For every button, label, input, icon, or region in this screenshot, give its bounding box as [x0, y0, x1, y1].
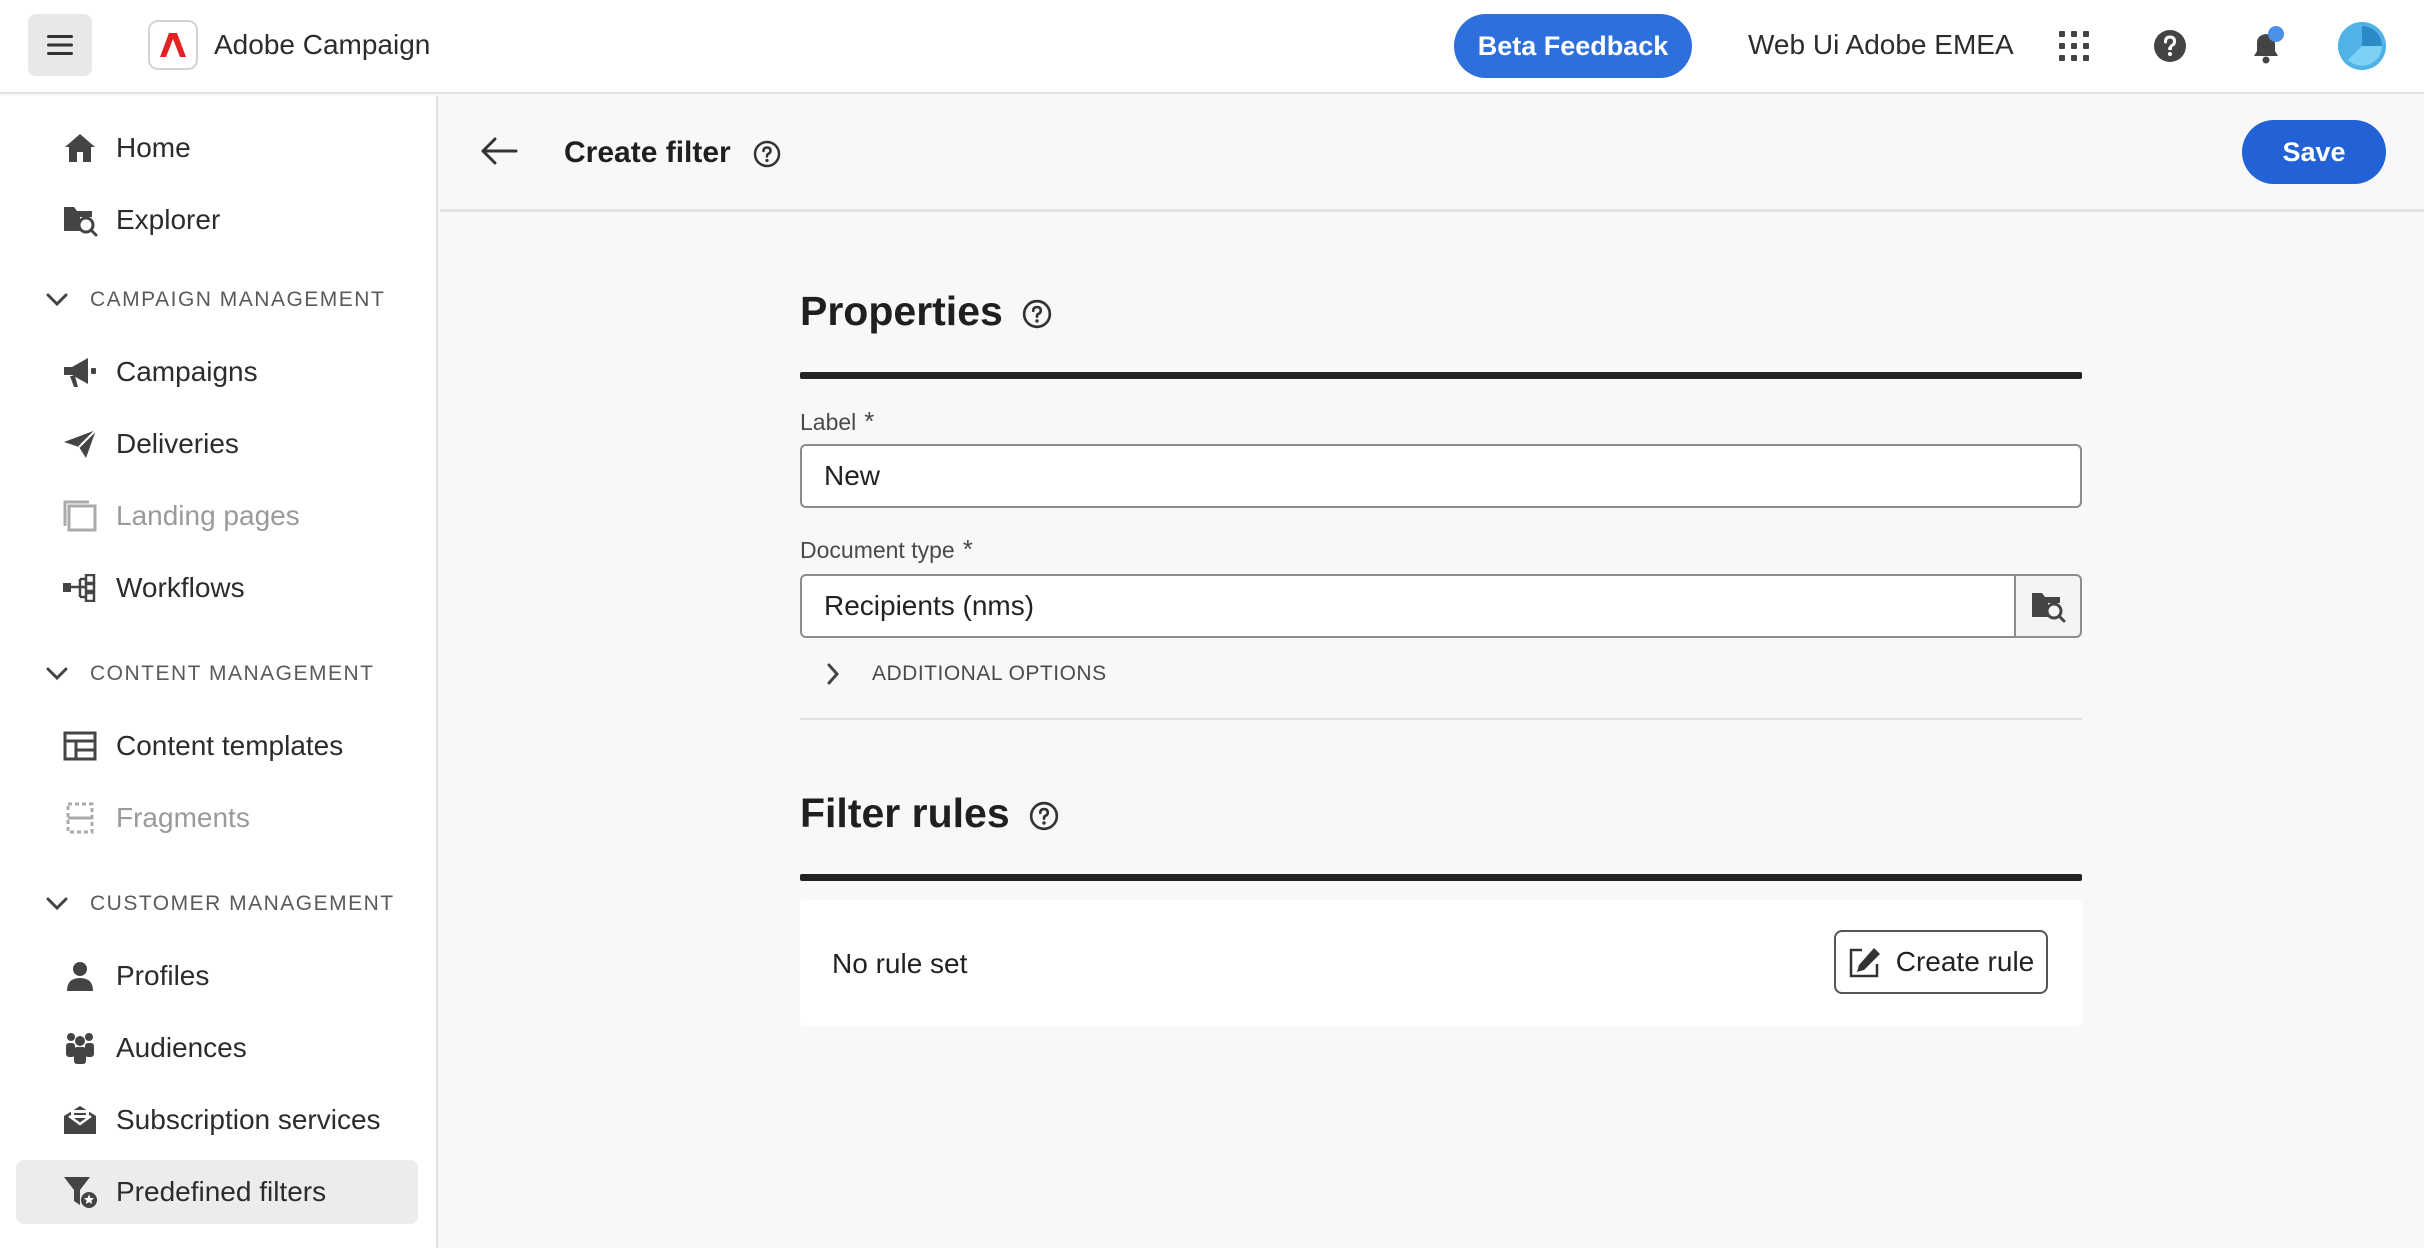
- sidebar-item-label: Workflows: [116, 572, 245, 603]
- beta-feedback-button[interactable]: Beta Feedback: [1454, 14, 1692, 78]
- sidebar-item-deliveries[interactable]: Deliveries: [16, 412, 418, 476]
- sidebar-item-label: Profiles: [116, 960, 210, 991]
- workflow-icon: [62, 570, 98, 606]
- back-button[interactable]: [478, 130, 520, 172]
- adobe-logo[interactable]: [148, 20, 198, 70]
- sidebar-item-label: Content templates: [116, 730, 344, 761]
- sidebar-item-subscription-services[interactable]: Subscription services: [16, 1088, 418, 1152]
- avatar-icon: [2338, 22, 2386, 70]
- create-rule-button[interactable]: Create rule: [1834, 930, 2048, 994]
- landing-page-icon: [62, 498, 98, 534]
- properties-title: Properties: [800, 288, 1003, 334]
- document-type-input[interactable]: [800, 574, 2016, 638]
- filter-star-icon: [62, 1174, 98, 1210]
- template-icon: [62, 728, 98, 764]
- label-field-label: Label *: [800, 406, 874, 437]
- chevron-right-icon: [827, 663, 840, 685]
- bell-icon: [2254, 26, 2284, 64]
- hamburger-icon: [47, 35, 73, 55]
- filter-rules-heading: Filter rules: [800, 790, 1059, 837]
- save-button[interactable]: Save: [2242, 120, 2386, 184]
- field-label-text: Document type: [800, 537, 955, 563]
- apps-grid-icon: [2059, 31, 2089, 61]
- sidebar-item-home[interactable]: Home: [16, 116, 418, 180]
- section-content-management[interactable]: CONTENT MANAGEMENT: [0, 654, 438, 694]
- additional-options-toggle[interactable]: ADDITIONAL OPTIONS: [826, 662, 1107, 686]
- section-label: CONTENT MANAGEMENT: [90, 662, 375, 685]
- edit-icon: [1849, 948, 1880, 978]
- required-mark: *: [962, 534, 973, 564]
- chevron-down-icon: [46, 897, 68, 911]
- sidebar-item-label: Deliveries: [116, 428, 239, 459]
- document-type-picker-button[interactable]: [2014, 574, 2082, 638]
- sidebar-item-label: Explorer: [116, 204, 221, 235]
- apps-grid-button[interactable]: [2052, 24, 2096, 68]
- sidebar-item-landing-pages[interactable]: Landing pages: [16, 484, 418, 548]
- chevron-down-icon: [46, 667, 68, 681]
- document-type-field-label: Document type *: [800, 534, 973, 565]
- sidebar-item-content-templates[interactable]: Content templates: [16, 714, 418, 778]
- adobe-icon: [160, 33, 186, 57]
- help-button[interactable]: [2148, 24, 2192, 68]
- section-label: CUSTOMER MANAGEMENT: [90, 892, 395, 915]
- label-input[interactable]: [800, 444, 2082, 508]
- filter-rules-title: Filter rules: [800, 790, 1010, 836]
- people-group-icon: [62, 1030, 98, 1066]
- additional-options-label: ADDITIONAL OPTIONS: [872, 662, 1107, 685]
- section-divider: [800, 874, 2082, 881]
- sidebar-item-label: Fragments: [116, 802, 250, 833]
- help-icon[interactable]: [1029, 801, 1059, 831]
- section-customer-management[interactable]: CUSTOMER MANAGEMENT: [0, 884, 438, 924]
- page-title: Create filter: [564, 136, 781, 170]
- section-campaign-management[interactable]: CAMPAIGN MANAGEMENT: [0, 280, 438, 320]
- fragment-icon: [62, 800, 98, 836]
- create-rule-label: Create rule: [1895, 946, 2035, 977]
- no-rule-text: No rule set: [832, 948, 968, 979]
- sidebar-item-label: Predefined filters: [116, 1176, 327, 1207]
- divider: [800, 718, 2082, 720]
- help-icon[interactable]: [753, 140, 781, 168]
- chevron-down-icon: [46, 293, 68, 307]
- folder-search-icon: [62, 202, 98, 238]
- user-avatar[interactable]: [2338, 22, 2386, 70]
- folder-search-icon: [2032, 593, 2066, 623]
- rules-card: No rule set Create rule: [800, 900, 2082, 1026]
- help-circle-icon: [2154, 30, 2186, 62]
- sidebar-item-profiles[interactable]: Profiles: [16, 944, 418, 1008]
- sidebar-item-label: Campaigns: [116, 356, 258, 387]
- sidebar-item-label: Home: [116, 132, 191, 163]
- section-divider: [800, 372, 2082, 379]
- notifications-button[interactable]: [2244, 24, 2288, 68]
- sidebar-item-label: Subscription services: [116, 1104, 381, 1135]
- page-title-text: Create filter: [564, 136, 731, 169]
- top-bar: Adobe Campaign Beta Feedback Web Ui Adob…: [0, 0, 2424, 94]
- app-name: Adobe Campaign: [214, 29, 431, 60]
- org-switcher[interactable]: Web Ui Adobe EMEA: [1748, 29, 2014, 61]
- paper-plane-icon: [62, 426, 98, 462]
- sidebar-item-audiences[interactable]: Audiences: [16, 1016, 418, 1080]
- required-mark: *: [864, 406, 875, 436]
- sidebar-item-fragments[interactable]: Fragments: [16, 786, 418, 850]
- sidebar-item-label: Audiences: [116, 1032, 247, 1063]
- sidebar-item-workflows[interactable]: Workflows: [16, 556, 418, 620]
- sidebar-item-predefined-filters[interactable]: Predefined filters: [16, 1160, 418, 1224]
- person-icon: [62, 958, 98, 994]
- home-icon: [62, 130, 98, 166]
- sidebar-item-label: Landing pages: [116, 500, 300, 531]
- field-label-text: Label: [800, 409, 857, 435]
- megaphone-icon: [62, 354, 98, 390]
- properties-heading: Properties: [800, 288, 1052, 335]
- arrow-left-icon: [481, 137, 518, 165]
- sidebar-item-campaigns[interactable]: Campaigns: [16, 340, 418, 404]
- sidebar-item-explorer[interactable]: Explorer: [16, 188, 418, 252]
- section-label: CAMPAIGN MANAGEMENT: [90, 288, 386, 311]
- sidebar: Home Explorer CAMPAIGN MANAGEMENT Campai…: [0, 96, 438, 1248]
- hamburger-menu-button[interactable]: [28, 14, 92, 76]
- envelope-icon: [62, 1102, 98, 1138]
- help-icon[interactable]: [1022, 299, 1052, 329]
